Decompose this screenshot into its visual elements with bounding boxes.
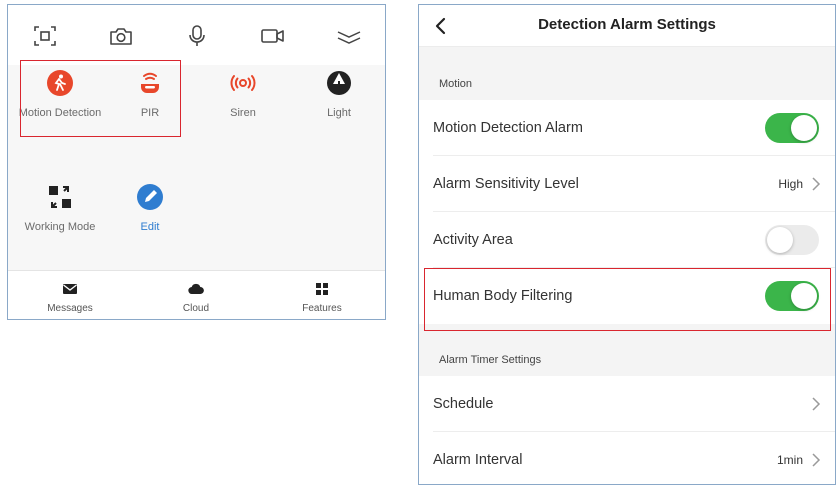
row-label: Human Body Filtering — [433, 288, 573, 304]
row-motion-detection-alarm: Motion Detection Alarm — [419, 100, 835, 156]
row-label: Alarm Sensitivity Level — [433, 176, 579, 192]
video-record-icon — [261, 29, 284, 43]
nav-features[interactable]: Features — [277, 281, 367, 314]
chevron-right-icon — [812, 397, 821, 411]
row-schedule[interactable]: Schedule — [419, 376, 835, 432]
activity-area-toggle[interactable] — [765, 225, 819, 255]
edit-icon — [137, 184, 163, 210]
bottom-navigation: Messages Cloud Features — [8, 270, 385, 319]
feature-grid: Motion Detection PIR Siren Light Working… — [8, 65, 385, 270]
camera-toolbar — [8, 5, 385, 65]
feature-label: Edit — [140, 221, 160, 233]
feature-label: Light — [327, 107, 351, 119]
page-title: Detection Alarm Settings — [538, 16, 716, 33]
human-body-filtering-toggle[interactable] — [765, 281, 819, 311]
features-grid-icon — [316, 283, 328, 295]
detection-alarm-settings-panel: Detection Alarm Settings Motion Motion D… — [418, 4, 836, 485]
row-label: Alarm Interval — [433, 452, 523, 468]
nav-cloud[interactable]: Cloud — [151, 281, 241, 314]
nav-messages[interactable]: Messages — [25, 281, 115, 314]
row-label: Activity Area — [433, 232, 513, 248]
cloud-icon — [188, 283, 204, 295]
row-value: 1min — [776, 453, 803, 467]
motion-detection-icon — [47, 70, 73, 96]
record-button[interactable] — [258, 23, 288, 49]
row-value: High — [778, 177, 803, 191]
feature-label: Working Mode — [24, 221, 96, 233]
siren-icon — [230, 75, 256, 91]
feature-siren[interactable]: Siren — [198, 68, 288, 120]
collapse-button[interactable] — [334, 23, 364, 49]
feature-light[interactable]: Light — [294, 68, 384, 120]
feature-working-mode[interactable]: Working Mode — [15, 182, 105, 234]
row-human-body-filtering: Human Body Filtering — [419, 268, 835, 324]
row-alarm-sensitivity-level[interactable]: Alarm Sensitivity Level High — [419, 156, 835, 212]
row-label: Motion Detection Alarm — [433, 120, 583, 136]
screenshot-icon — [34, 26, 56, 46]
chevron-right-icon — [812, 453, 821, 467]
settings-header: Detection Alarm Settings — [419, 5, 835, 47]
working-mode-icon — [49, 186, 71, 208]
motion-detection-alarm-toggle[interactable] — [765, 113, 819, 143]
feature-motion-detection[interactable]: Motion Detection — [15, 68, 105, 120]
chevron-right-icon — [812, 177, 821, 191]
row-activity-area: Activity Area — [419, 212, 835, 268]
feature-label: PIR — [140, 107, 160, 119]
feature-pir[interactable]: PIR — [105, 68, 195, 120]
screenshot-button[interactable] — [30, 23, 60, 49]
talk-button[interactable] — [182, 23, 212, 49]
nav-label: Cloud — [182, 303, 210, 314]
section-title-motion: Motion — [439, 78, 473, 90]
pir-icon — [141, 72, 159, 93]
section-title-alarm-timer: Alarm Timer Settings — [439, 354, 542, 366]
microphone-icon — [189, 25, 205, 46]
feature-label: Motion Detection — [18, 107, 102, 119]
messages-icon — [63, 284, 77, 294]
light-icon — [327, 71, 351, 95]
snapshot-button[interactable] — [106, 23, 136, 49]
row-alarm-interval[interactable]: Alarm Interval 1min — [419, 432, 835, 484]
camera-live-panel: Motion Detection PIR Siren Light Working… — [7, 4, 386, 320]
feature-label: Siren — [230, 107, 256, 119]
camera-icon — [110, 28, 132, 45]
feature-edit[interactable]: Edit — [105, 182, 195, 234]
collapse-chevron-icon — [337, 31, 361, 44]
row-label: Schedule — [433, 396, 494, 412]
nav-label: Messages — [47, 303, 93, 314]
nav-label: Features — [302, 303, 342, 314]
